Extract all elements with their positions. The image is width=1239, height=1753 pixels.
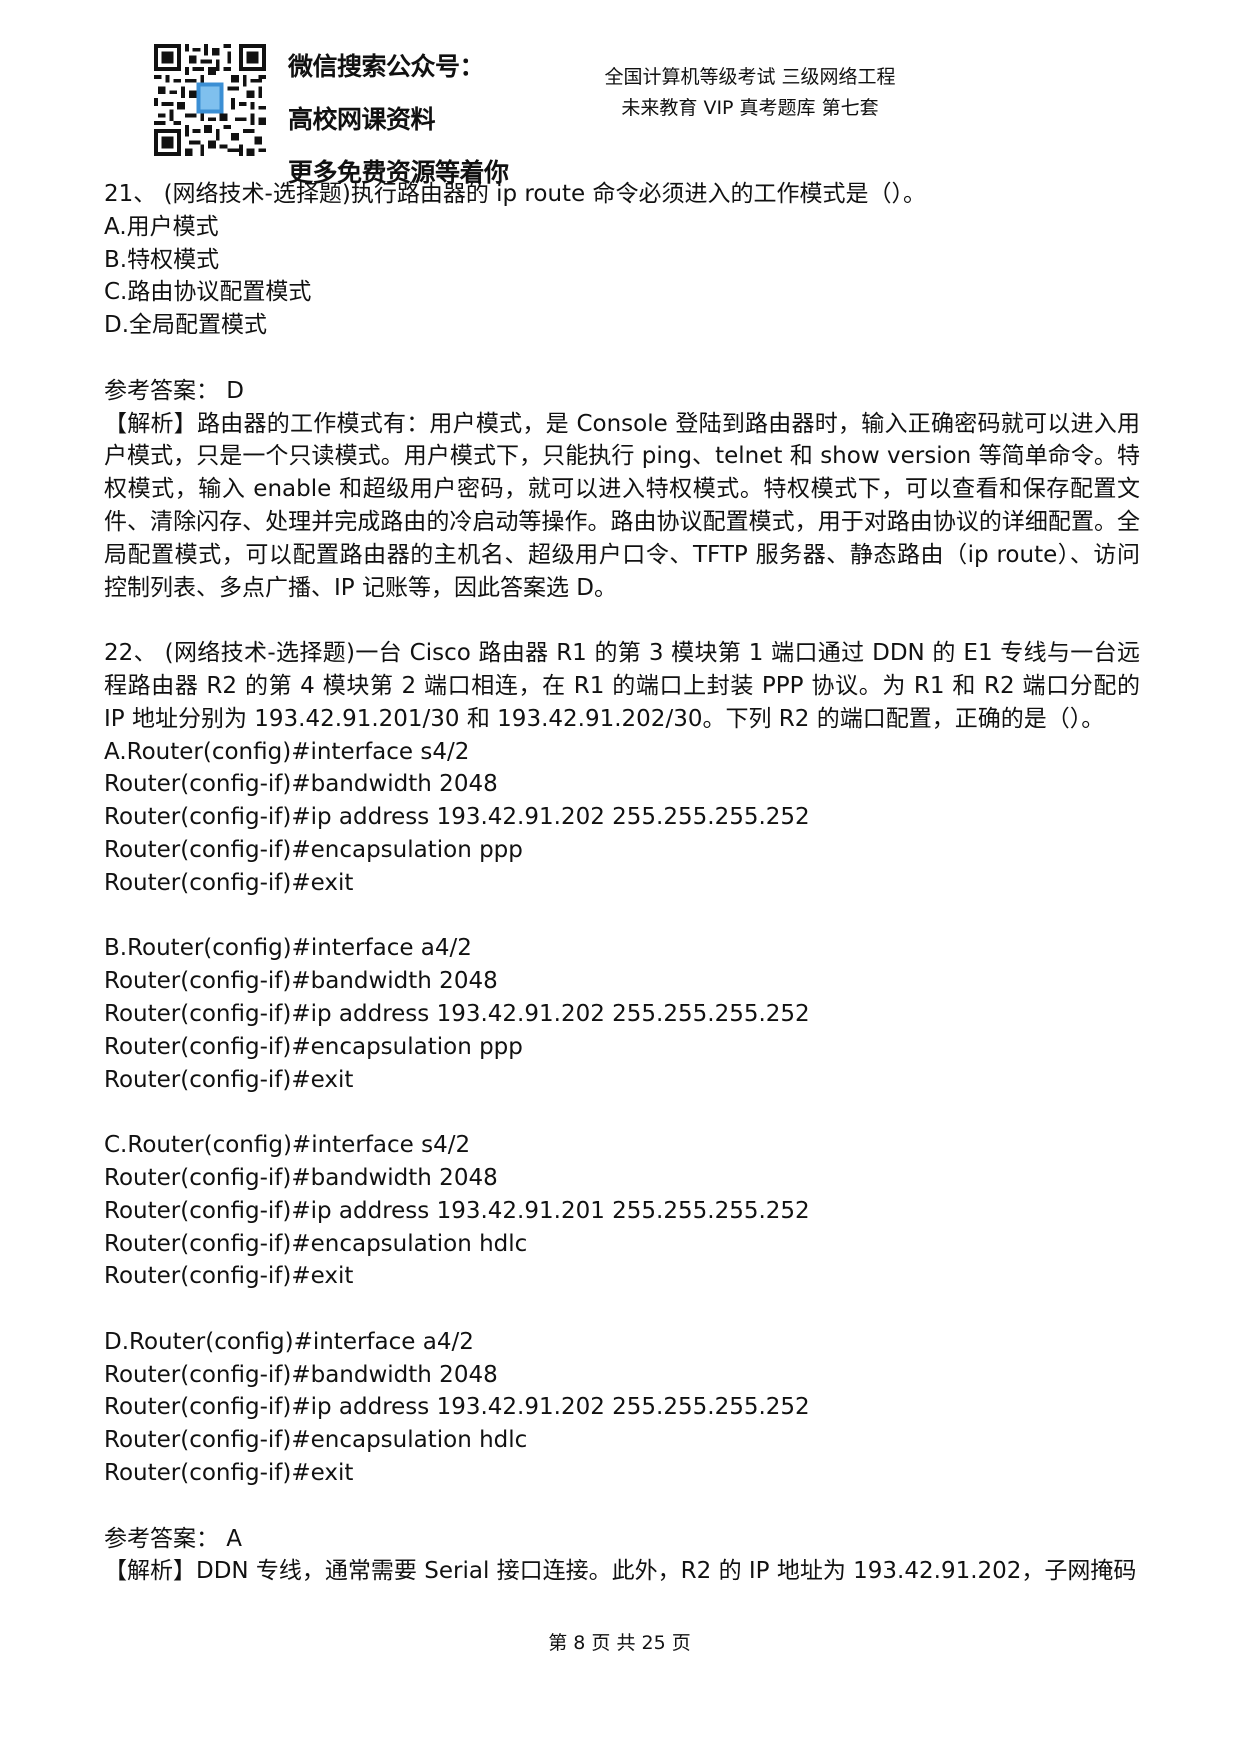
promo-line-1: 微信搜索公众号： (288, 52, 485, 81)
option-b-line: Router(config-if)#exit (104, 1066, 354, 1093)
option-b-line: Router(config-if)#bandwidth 2048 (104, 968, 498, 995)
document-body: 21、 (网络技术-选择题)执行路由器的 ip route 命令必须进入的工作模… (104, 178, 1140, 1588)
option-d-line: Router(config-if)#bandwidth 2048 (104, 1361, 498, 1388)
option-a-line: A.Router(config)#interface s4/2 (104, 738, 470, 765)
promo-text: 微信搜索公众号： 高校网课资料 更多免费资源等着你 (288, 40, 509, 199)
option-a-line: Router(config-if)#ip address 193.42.91.2… (104, 804, 810, 831)
question-21-stem: 21、 (网络技术-选择题)执行路由器的 ip route 命令必须进入的工作模… (104, 181, 927, 207)
question-21-option-a: A.用户模式 (104, 213, 219, 240)
question-21-answer: 参考答案： D (104, 377, 245, 404)
option-b-line: Router(config-if)#encapsulation ppp (104, 1033, 523, 1060)
header-line-2: 未来教育 VIP 真考题库 第七套 (621, 97, 879, 119)
question-21-option-b: B.特权模式 (104, 246, 220, 273)
option-b-line: B.Router(config)#interface a4/2 (104, 935, 472, 962)
question-21-option-c: C.路由协议配置模式 (104, 279, 312, 306)
question-21-option-d: D.全局配置模式 (104, 312, 268, 339)
option-c-line: Router(config-if)#bandwidth 2048 (104, 1164, 498, 1191)
qr-code (154, 44, 266, 156)
option-c-line: Router(config-if)#encapsulation hdlc (104, 1230, 528, 1257)
page-number: 第 8 页 共 25 页 (548, 1632, 691, 1654)
header-line-1: 全国计算机等级考试 三级网络工程 (604, 66, 896, 88)
option-d-line: Router(config-if)#exit (104, 1460, 354, 1487)
question-22-analysis: 【解析】DDN 专线，通常需要 Serial 接口连接。此外，R2 的 IP 地… (104, 1558, 1137, 1585)
question-22-stem: 22、 (网络技术-选择题)一台 Cisco 路由器 R1 的第 3 模块第 1… (104, 640, 1140, 732)
option-c-line: Router(config-if)#exit (104, 1263, 354, 1290)
option-a-line: Router(config-if)#bandwidth 2048 (104, 771, 498, 798)
option-d-line: Router(config-if)#encapsulation hdlc (104, 1427, 528, 1454)
option-a-line: Router(config-if)#exit (104, 869, 354, 896)
option-a-line: Router(config-if)#encapsulation ppp (104, 836, 523, 863)
page-header: 全国计算机等级考试 三级网络工程 未来教育 VIP 真考题库 第七套 (560, 62, 940, 124)
question-22-answer: 参考答案： A (104, 1525, 243, 1552)
promo-line-2: 高校网课资料 (288, 105, 436, 134)
question-21-analysis: 【解析】路由器的工作模式有：用户模式，是 Console 登陆到路由器时，输入正… (104, 410, 1140, 601)
option-b-line: Router(config-if)#ip address 193.42.91.2… (104, 1000, 810, 1027)
option-c-line: C.Router(config)#interface s4/2 (104, 1132, 471, 1159)
option-c-line: Router(config-if)#ip address 193.42.91.2… (104, 1197, 810, 1224)
option-d-line: Router(config-if)#ip address 193.42.91.2… (104, 1394, 810, 1421)
option-d-line: D.Router(config)#interface a4/2 (104, 1328, 474, 1355)
